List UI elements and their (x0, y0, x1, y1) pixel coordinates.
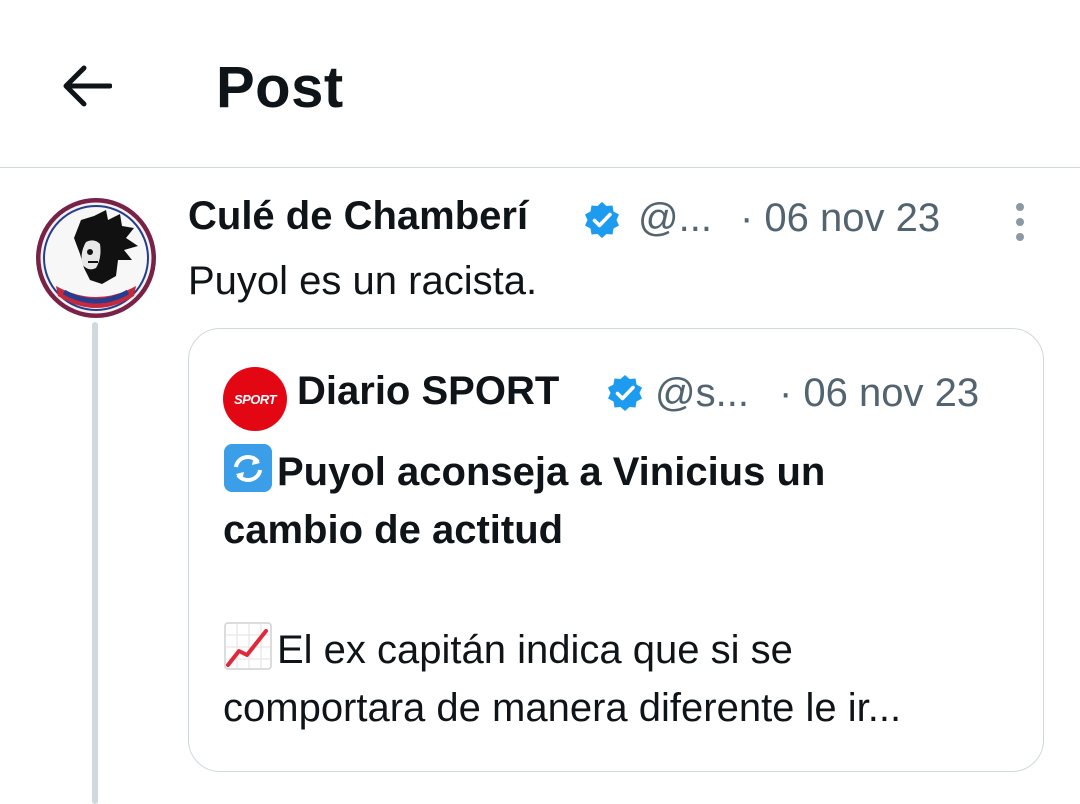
verified-badge-icon (585, 202, 619, 238)
repeat-arrows-emoji-icon (224, 444, 272, 492)
headline-line-1: Puyol aconseja a Vinicius un (277, 450, 826, 494)
quote-date[interactable]: · 06 nov 23 (779, 371, 979, 416)
quoted-tweet-card[interactable]: SPORT Diario SPORT @s... · 06 nov 23 Puy… (188, 328, 1044, 772)
avatar-image (36, 198, 156, 318)
back-button[interactable] (48, 48, 124, 124)
body-line-1: El ex capitán indica que si se (277, 628, 793, 672)
top-bar: Post (0, 0, 1080, 168)
tweet-text: Puyol es un racista. (188, 259, 538, 303)
author-handle[interactable]: @... (638, 196, 712, 241)
thread-line (92, 322, 98, 804)
quote-author-handle[interactable]: @s... (655, 371, 749, 416)
headline-line-2: cambio de actitud (223, 508, 564, 552)
chart-increasing-emoji-icon (224, 622, 272, 670)
quote-author-name[interactable]: Diario SPORT (297, 369, 559, 414)
sport-logo-text: SPORT (233, 391, 277, 407)
more-dot-icon (1016, 203, 1024, 211)
quote-headline: Puyol aconseja a Vinicius un cambio de a… (223, 443, 1023, 559)
page-title: Post (216, 55, 344, 120)
quote-body: El ex capitán indica que si se comportar… (223, 621, 1023, 737)
more-dot-icon (1016, 233, 1024, 241)
author-avatar[interactable] (36, 198, 156, 318)
body-line-2: comportara de manera diferente le ir... (223, 686, 902, 730)
tweet-date[interactable]: · 06 nov 23 (740, 196, 940, 241)
arrow-left-icon (63, 65, 112, 107)
quote-author-avatar[interactable]: SPORT (223, 367, 287, 431)
tweet-header: Culé de Chamberí @... · 06 nov 23 (188, 188, 1048, 252)
more-dot-icon (1016, 218, 1024, 226)
more-options-button[interactable] (1000, 198, 1040, 246)
author-name[interactable]: Culé de Chamberí (188, 194, 528, 239)
verified-badge-icon (608, 375, 642, 411)
